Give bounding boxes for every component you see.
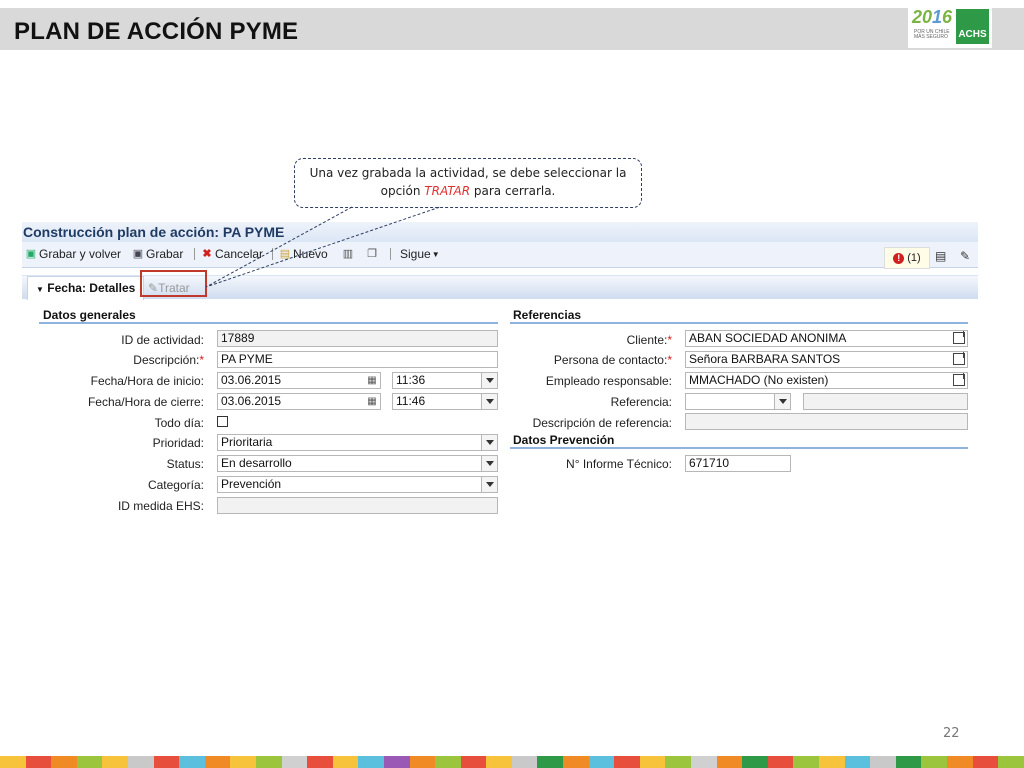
chevron-down-icon[interactable] — [481, 435, 497, 450]
save-icon: ▣ — [132, 248, 144, 260]
status-select[interactable]: En desarrollo — [217, 455, 498, 472]
save-and-back-button[interactable]: ▣ Grabar y volver — [25, 246, 121, 262]
toolbar-separator — [194, 248, 195, 260]
chevron-down-icon[interactable] — [481, 373, 497, 388]
start-label: Fecha/Hora de inicio: — [90, 374, 204, 388]
tratar-highlight — [140, 270, 207, 297]
alert-badge[interactable]: ! (1) — [884, 247, 930, 269]
save-button[interactable]: ▣ Grabar — [132, 246, 184, 262]
achs-logo: 2016 POR UN CHILE MÁS SEGURO ACHS — [908, 6, 992, 48]
slide-header: PLAN DE ACCIÓN PYME — [0, 8, 1024, 50]
reference-label: Referencia: — [610, 395, 672, 409]
slide-title: PLAN DE ACCIÓN PYME — [14, 18, 299, 45]
calendar-icon[interactable]: ▦ — [364, 373, 380, 388]
chevron-down-icon[interactable] — [481, 456, 497, 471]
report-field[interactable]: 671710 — [685, 455, 791, 472]
client-field[interactable]: ABAN SOCIEDAD ANONIMA — [685, 330, 968, 347]
sap-window: Construcción plan de acción: PA PYME ▣ G… — [22, 222, 978, 518]
more-menu-button[interactable]: Sigue ▼ — [400, 246, 440, 262]
page-number: 22 — [943, 726, 960, 741]
callout-line-1: Una vez grabada la actividad, se debe se… — [309, 166, 627, 180]
section-divider — [510, 322, 968, 324]
employee-label: Empleado responsable: — [545, 374, 672, 388]
report-label: N° Informe Técnico: — [566, 457, 672, 471]
activity-id-field[interactable]: 17889 — [217, 330, 498, 347]
chevron-down-icon[interactable] — [481, 394, 497, 409]
client-label: Cliente:* — [626, 333, 672, 347]
section-divider — [39, 322, 498, 324]
end-label: Fecha/Hora de cierre: — [87, 395, 204, 409]
callout-line-2: opción TRATAR para cerrarla. — [380, 184, 556, 198]
value-help-icon[interactable] — [953, 352, 965, 365]
logo-year: 2016 — [912, 7, 953, 27]
start-date-field[interactable]: 03.06.2015 ▦ — [217, 372, 381, 389]
instruction-callout: Una vez grabada la actividad, se debe se… — [294, 158, 642, 208]
copy-button[interactable]: ❐ — [366, 246, 380, 262]
trash-icon: ▥ — [342, 248, 354, 260]
decorative-color-stripe — [0, 756, 1024, 768]
description-label: Descripción:* — [133, 353, 204, 367]
end-date-field[interactable]: 03.06.2015 ▦ — [217, 393, 381, 410]
copy-icon: ❐ — [367, 248, 377, 260]
new-button[interactable]: ▤ Nuevo — [279, 246, 328, 262]
section-prevention: Datos Prevención — [513, 433, 615, 447]
sap-title: Construcción plan de acción: PA PYME — [23, 224, 285, 240]
activity-id-label: ID de actividad: — [121, 333, 204, 347]
ref-desc-label: Descripción de referencia: — [532, 416, 672, 430]
save-back-icon: ▣ — [25, 248, 37, 260]
ehs-field[interactable] — [217, 497, 498, 514]
start-time-select[interactable]: 11:36 — [392, 372, 498, 389]
toolbar-separator — [390, 248, 391, 260]
cancel-button[interactable]: ✖ Cancelar — [201, 246, 263, 262]
chevron-down-icon[interactable] — [481, 477, 497, 492]
contact-label: Persona de contacto:* — [553, 353, 672, 367]
toolbar-separator — [272, 248, 273, 260]
sap-titlebar: Construcción plan de acción: PA PYME — [22, 222, 978, 242]
logo-brand: ACHS — [956, 9, 989, 44]
delete-button[interactable]: ▥ — [342, 246, 356, 262]
ehs-label: ID medida EHS: — [117, 499, 204, 513]
category-select[interactable]: Prevención — [217, 476, 498, 493]
section-general: Datos generales — [43, 308, 136, 322]
value-help-icon[interactable] — [953, 331, 965, 344]
employee-field[interactable]: MMACHADO (No existen) — [685, 372, 968, 389]
allday-checkbox[interactable] — [217, 416, 228, 427]
caret-down-icon: ▼ — [36, 285, 44, 294]
chevron-down-icon[interactable] — [774, 394, 790, 409]
chevron-down-icon: ▼ — [431, 249, 440, 259]
status-label: Status: — [166, 457, 204, 471]
tab-fecha-detalles[interactable]: ▼ Fecha: Detalles — [27, 276, 145, 300]
calendar-icon[interactable]: ▦ — [364, 394, 380, 409]
ref-desc-field[interactable] — [685, 413, 968, 430]
end-time-select[interactable]: 11:46 — [392, 393, 498, 410]
section-references: Referencias — [513, 308, 582, 322]
priority-select[interactable]: Prioritaria — [217, 434, 498, 451]
contact-field[interactable]: Señora BARBARA SANTOS — [685, 351, 968, 368]
new-document-icon: ▤ — [279, 248, 291, 260]
cancel-icon: ✖ — [202, 248, 212, 260]
value-help-icon[interactable] — [953, 373, 965, 386]
logo-tagline: POR UN CHILE MÁS SEGURO — [914, 29, 950, 40]
reference-id-field[interactable] — [803, 393, 968, 410]
sap-toolbar: ▣ Grabar y volver ▣ Grabar ✖ Cancelar ▤ … — [22, 242, 978, 268]
priority-label: Prioridad: — [152, 436, 204, 450]
category-label: Categoría: — [147, 478, 204, 492]
error-icon: ! — [893, 252, 905, 264]
wrench-icon[interactable]: ✎ — [960, 249, 970, 263]
section-divider — [510, 447, 968, 449]
reference-select[interactable] — [685, 393, 791, 410]
list-icon[interactable]: ▤ — [935, 249, 946, 263]
callout-keyword: TRATAR — [424, 184, 471, 198]
allday-label: Todo día: — [154, 416, 204, 430]
description-field[interactable]: PA PYME — [217, 351, 498, 368]
